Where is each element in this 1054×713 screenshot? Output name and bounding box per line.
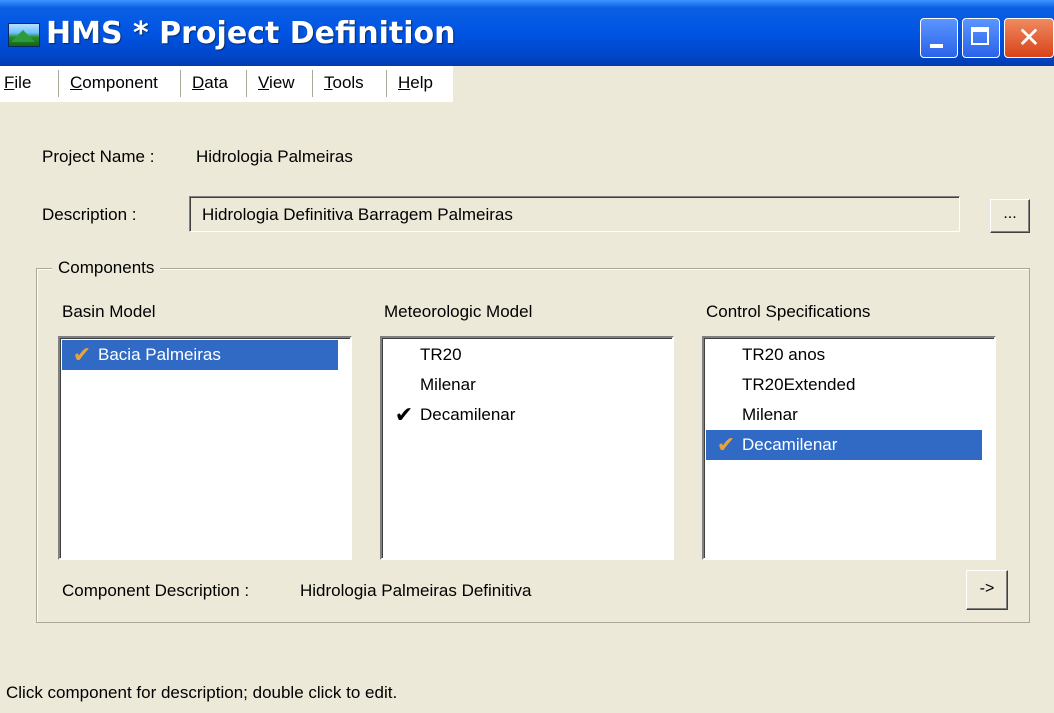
project-name-value: Hidrologia Palmeiras (196, 147, 353, 166)
list-item-bacia-palmeiras[interactable]: ✔ Bacia Palmeiras (62, 340, 338, 370)
status-bar-text: Click component for description; double … (6, 683, 398, 702)
close-button[interactable]: ✕ (1004, 18, 1054, 58)
minimize-button[interactable] (920, 18, 958, 58)
control-specifications-header: Control Specifications (706, 302, 871, 321)
menu-separator (246, 70, 248, 97)
list-item-milenar[interactable]: Milenar (706, 400, 982, 430)
basin-model-list[interactable]: ✔ Bacia Palmeiras (58, 336, 352, 560)
meteorologic-model-header: Meteorologic Model (384, 302, 533, 321)
maximize-button[interactable] (962, 18, 1000, 58)
menu-separator (386, 70, 388, 97)
menu-separator (312, 70, 314, 97)
component-description-value: Hidrologia Palmeiras Definitiva (300, 581, 532, 600)
menu-separator (180, 70, 182, 97)
browse-button[interactable]: ... (990, 199, 1030, 233)
control-specifications-list[interactable]: TR20 anos TR20Extended Milenar ✔ Decamil… (702, 336, 996, 560)
list-item-decamilenar[interactable]: ✔ Decamilenar (706, 430, 982, 460)
window-title: HMS * Project Definition (46, 16, 456, 51)
meteorologic-model-list[interactable]: TR20 Milenar ✔ Decamilenar (380, 336, 674, 560)
app-landscape-icon (8, 23, 40, 47)
list-item-tr20[interactable]: TR20 (384, 340, 660, 370)
list-item-tr20extended[interactable]: TR20Extended (706, 370, 982, 400)
menu-view[interactable]: View (258, 73, 295, 93)
menu-bar: File Component Data View Tools Help (0, 66, 453, 102)
component-description-label: Component Description : (62, 581, 250, 600)
checkmark-icon: ✔ (716, 432, 736, 457)
description-label: Description : (42, 205, 137, 224)
menu-component[interactable]: Component (70, 73, 158, 93)
menu-tools[interactable]: Tools (324, 73, 364, 93)
menu-file[interactable]: File (4, 73, 31, 93)
project-definition-window: HMS * Project Definition ✕ File Componen… (0, 0, 1054, 713)
title-bar[interactable]: HMS * Project Definition ✕ (0, 0, 1054, 66)
list-item-tr20-anos[interactable]: TR20 anos (706, 340, 982, 370)
edit-component-button[interactable]: -> (966, 570, 1008, 610)
list-item-milenar[interactable]: Milenar (384, 370, 660, 400)
menu-data[interactable]: Data (192, 73, 228, 93)
description-field[interactable]: Hidrologia Definitiva Barragem Palmeiras (189, 196, 960, 232)
menu-separator (58, 70, 60, 97)
list-item-decamilenar[interactable]: ✔ Decamilenar (384, 400, 660, 430)
close-icon: ✕ (1017, 21, 1041, 54)
menu-help[interactable]: Help (398, 73, 433, 93)
checkmark-icon: ✔ (394, 402, 414, 427)
components-group-label: Components (52, 258, 161, 278)
basin-model-header: Basin Model (62, 302, 156, 321)
checkmark-icon: ✔ (72, 342, 92, 367)
project-name-label: Project Name : (42, 147, 155, 166)
